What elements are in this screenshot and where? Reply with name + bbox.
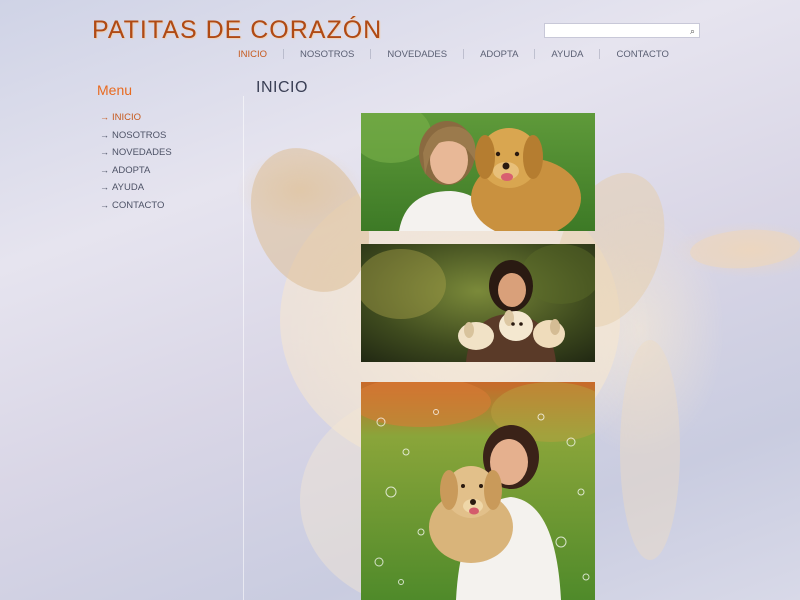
- search-box[interactable]: ⌕: [544, 23, 700, 41]
- arrow-right-icon: →: [100, 199, 109, 210]
- sidebar-menu: → INICIO → NOSOTROS → NOVEDADES → ADOPTA → AY…: [100, 110, 172, 215]
- topnav-item-inicio[interactable]: INICIO: [222, 49, 283, 60]
- sidebar-item-ayuda[interactable]: → AYUDA: [100, 180, 172, 198]
- arrow-right-icon: →: [100, 112, 109, 122]
- topnav-item-contacto[interactable]: CONTACTO: [600, 49, 684, 60]
- topnav-item-nosotros[interactable]: NOSOTROS: [284, 49, 370, 60]
- arrow-right-icon: →: [100, 147, 109, 157]
- sidebar-title: Menu: [97, 82, 133, 98]
- arrow-right-icon: →: [100, 164, 109, 175]
- arrow-right-icon: →: [100, 182, 109, 192]
- topnav-item-novedades[interactable]: NOVEDADES: [371, 49, 463, 60]
- sidebar-item-label: NOSOTROS: [112, 129, 167, 141]
- sidebar-item-novedades[interactable]: → NOVEDADES: [100, 145, 172, 163]
- site-logo[interactable]: PATITAS DE CORAZÓN: [92, 16, 382, 45]
- sidebar-item-label: INICIO: [112, 112, 142, 123]
- topnav-item-ayuda[interactable]: AYUDA: [535, 49, 599, 60]
- page-title: INICIO: [256, 79, 308, 96]
- search-input[interactable]: [545, 27, 683, 41]
- search-icon[interactable]: ⌕: [690, 25, 695, 37]
- sidebar-item-label: CONTACTO: [112, 199, 165, 211]
- sidebar-divider: [243, 96, 244, 600]
- woman-with-golden-retriever-photo: [361, 113, 595, 231]
- topnav-item-adopta[interactable]: ADOPTA: [464, 49, 534, 60]
- woman-with-dog-in-meadow-photo: [361, 382, 595, 600]
- sidebar-item-label: AYUDA: [112, 182, 145, 193]
- sidebar-item-label: NOVEDADES: [112, 147, 172, 158]
- background-dog-tail: [688, 226, 800, 272]
- sidebar-item-contacto[interactable]: → CONTACTO: [100, 198, 172, 216]
- sidebar-item-adopta[interactable]: → ADOPTA: [100, 163, 172, 181]
- girl-with-puppies-photo: [361, 244, 595, 362]
- sidebar-item-nosotros[interactable]: → NOSOTROS: [100, 128, 172, 146]
- sidebar-item-label: ADOPTA: [112, 164, 151, 176]
- arrow-right-icon: →: [100, 129, 109, 140]
- sidebar-item-inicio[interactable]: → INICIO: [100, 110, 172, 128]
- top-navigation: INICIO NOSOTROS NOVEDADES ADOPTA AYUDA C…: [222, 47, 685, 61]
